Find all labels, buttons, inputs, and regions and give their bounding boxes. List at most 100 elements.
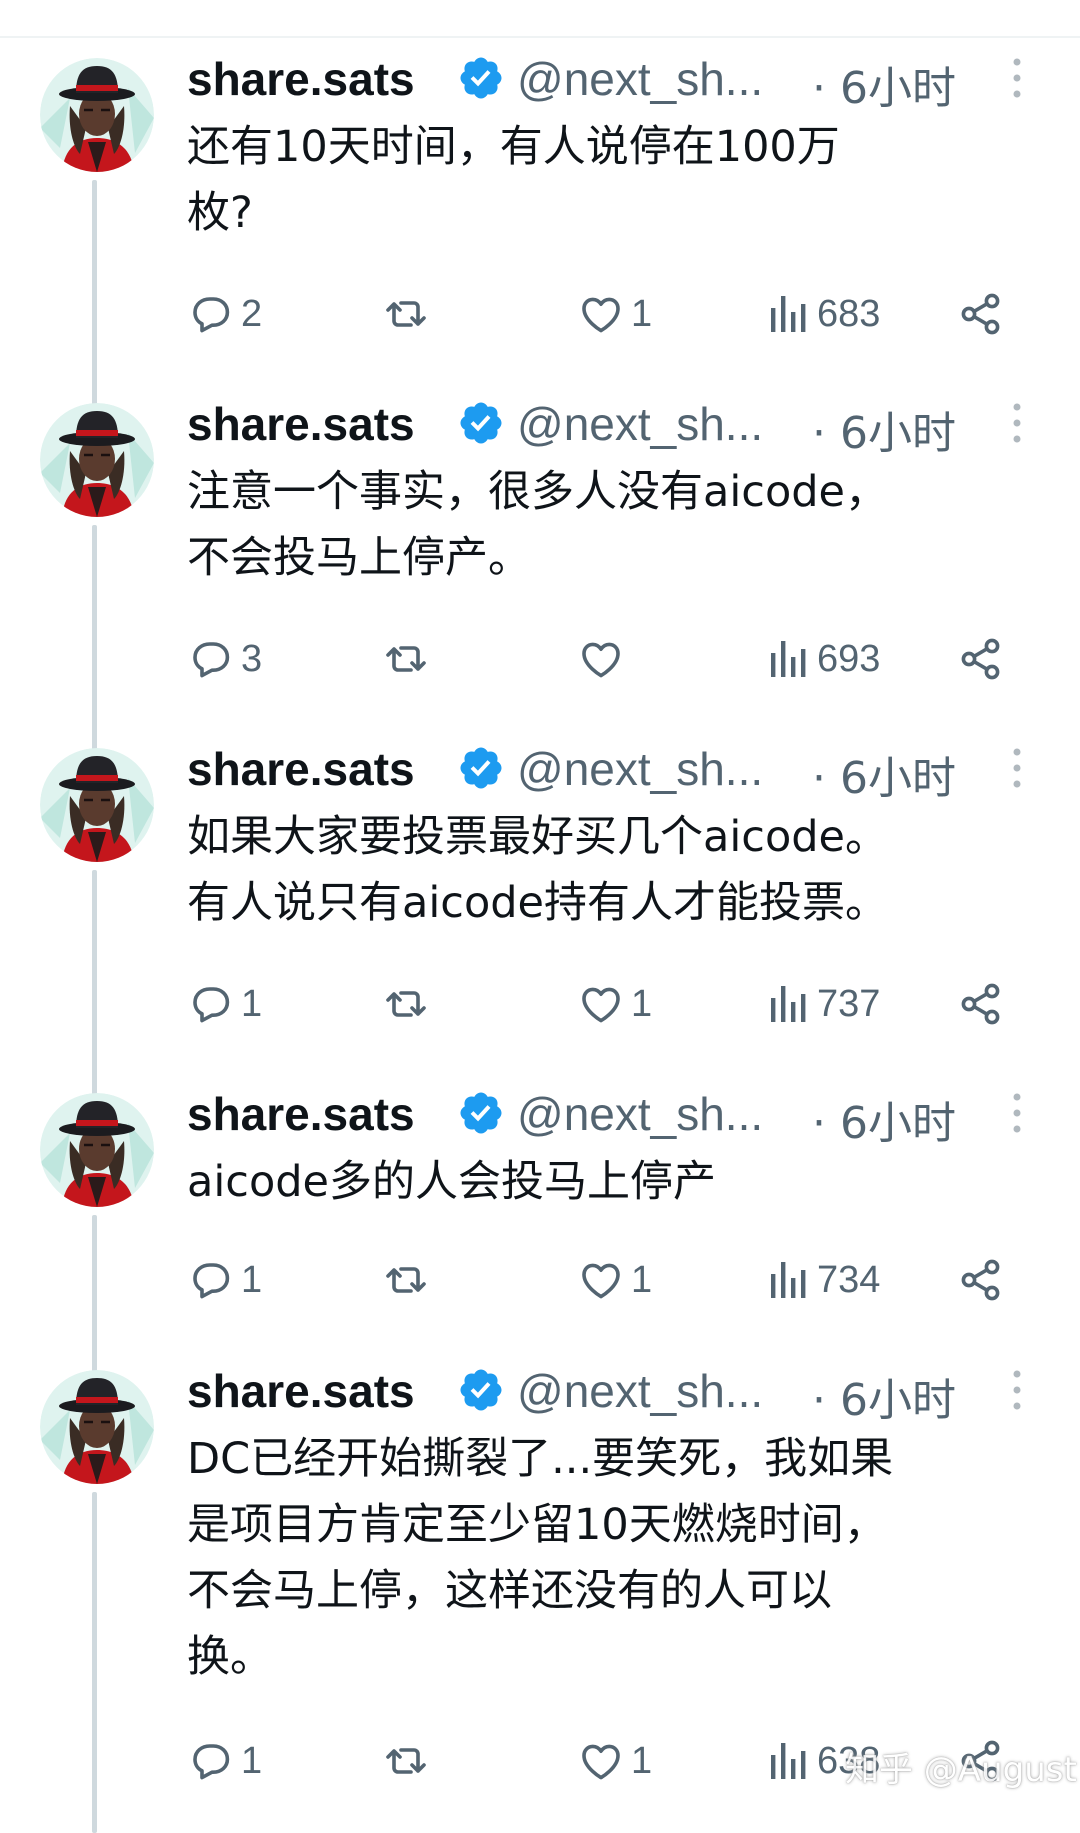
retweet-icon: [382, 1737, 430, 1785]
more-vertical-icon[interactable]: [1009, 746, 1025, 790]
timestamp[interactable]: · 6小时: [812, 1087, 956, 1151]
verified-badge-icon: [457, 744, 505, 792]
tweet-text: 还有10天时间，有人说停在100万 枚?: [187, 114, 1047, 284]
heart-icon: [577, 980, 625, 1028]
reply-button[interactable]: 3: [187, 629, 262, 689]
verified-badge-icon: [457, 399, 505, 447]
heart-icon: [577, 290, 625, 338]
timestamp[interactable]: · 6小时: [812, 742, 956, 806]
reply-button[interactable]: 1: [187, 974, 262, 1034]
avatar[interactable]: [40, 403, 154, 517]
views-button[interactable]: 693: [767, 629, 880, 689]
retweet-button[interactable]: [382, 629, 436, 689]
reply-button[interactable]: 1: [187, 1250, 262, 1310]
view-count: 737: [817, 982, 881, 1025]
share-button[interactable]: [957, 974, 1005, 1034]
like-count: 1: [631, 1258, 653, 1301]
author-handle[interactable]: @next_sh...: [517, 1087, 763, 1141]
tweet-text: 注意一个事实，很多人没有aicode， 不会投马上停产。: [187, 459, 1047, 629]
share-icon: [957, 290, 1005, 338]
author-name[interactable]: share.sats: [187, 52, 415, 106]
avatar[interactable]: [40, 1370, 154, 1484]
like-button[interactable]: [577, 629, 631, 689]
reply-count: 2: [241, 292, 263, 335]
view-count: 683: [817, 292, 881, 335]
author-name[interactable]: share.sats: [187, 397, 415, 451]
views-button[interactable]: 683: [767, 284, 880, 344]
author-handle[interactable]: @next_sh...: [517, 1364, 763, 1418]
tweet-text-content: aicode多的人会投马上停产: [187, 1157, 716, 1207]
thread-line: [92, 1215, 97, 1392]
views-button[interactable]: 734: [767, 1250, 880, 1310]
reply-count: 3: [241, 637, 263, 680]
reply-icon: [187, 635, 235, 683]
retweet-icon: [382, 1256, 430, 1304]
tweet-text: aicode多的人会投马上停产: [187, 1149, 1047, 1250]
reply-icon: [187, 1737, 235, 1785]
avatar[interactable]: [40, 1093, 154, 1207]
action-bar: 1 1 734: [187, 1250, 1047, 1310]
like-button[interactable]: 1: [577, 974, 652, 1034]
reply-icon: [187, 290, 235, 338]
share-icon: [957, 635, 1005, 683]
like-count: 1: [631, 982, 653, 1025]
like-count: 1: [631, 292, 653, 335]
author-handle[interactable]: @next_sh...: [517, 742, 763, 796]
views-bar-chart-icon: [767, 1256, 811, 1304]
views-bar-chart-icon: [767, 1737, 811, 1785]
author-name[interactable]: share.sats: [187, 742, 415, 796]
like-button[interactable]: 1: [577, 1731, 652, 1791]
share-button[interactable]: [957, 284, 1005, 344]
tweet-text-content: DC已经开始撕裂了...要笑死，我如果 是项目方肯定至少留10天燃烧时间， 不会…: [187, 1434, 894, 1682]
heart-icon: [577, 635, 625, 683]
retweet-button[interactable]: [382, 1250, 436, 1310]
tweet-text-content: 如果大家要投票最好买几个aicode。 有人说只有aicode持有人才能投票。: [187, 812, 888, 928]
tweet-text-content: 还有10天时间，有人说停在100万 枚?: [187, 122, 840, 238]
like-button[interactable]: 1: [577, 1250, 652, 1310]
more-vertical-icon[interactable]: [1009, 1091, 1025, 1135]
reply-button[interactable]: 2: [187, 284, 262, 344]
reply-button[interactable]: 1: [187, 1731, 262, 1791]
share-icon: [957, 980, 1005, 1028]
author-handle[interactable]: @next_sh...: [517, 397, 763, 451]
watermark: 知乎 @August: [845, 1750, 1077, 1790]
thread-line: [92, 180, 97, 420]
more-vertical-icon[interactable]: [1009, 1368, 1025, 1412]
view-count: 734: [817, 1258, 881, 1301]
retweet-button[interactable]: [382, 1731, 436, 1791]
timestamp[interactable]: · 6小时: [812, 1364, 956, 1428]
like-count: 1: [631, 1739, 653, 1782]
verified-badge-icon: [457, 1366, 505, 1414]
share-button[interactable]: [957, 1250, 1005, 1310]
heart-icon: [577, 1737, 625, 1785]
share-button[interactable]: [957, 629, 1005, 689]
verified-badge-icon: [457, 1089, 505, 1137]
tweet-text: DC已经开始撕裂了...要笑死，我如果 是项目方肯定至少留10天燃烧时间， 不会…: [187, 1426, 1047, 1731]
retweet-button[interactable]: [382, 974, 436, 1034]
author-name[interactable]: share.sats: [187, 1364, 415, 1418]
action-bar: 1 1 737: [187, 974, 1047, 1034]
like-button[interactable]: 1: [577, 284, 652, 344]
reply-count: 1: [241, 1258, 263, 1301]
tweet-text: 如果大家要投票最好买几个aicode。 有人说只有aicode持有人才能投票。: [187, 804, 1047, 974]
views-bar-chart-icon: [767, 980, 811, 1028]
avatar[interactable]: [40, 748, 154, 862]
avatar[interactable]: [40, 58, 154, 172]
retweet-icon: [382, 635, 430, 683]
retweet-button[interactable]: [382, 284, 436, 344]
reply-count: 1: [241, 982, 263, 1025]
retweet-icon: [382, 290, 430, 338]
timestamp[interactable]: · 6小时: [812, 52, 956, 116]
thread-line: [92, 870, 97, 1110]
views-bar-chart-icon: [767, 635, 811, 683]
author-name[interactable]: share.sats: [187, 1087, 415, 1141]
author-handle[interactable]: @next_sh...: [517, 52, 763, 106]
more-vertical-icon[interactable]: [1009, 401, 1025, 445]
views-button[interactable]: 737: [767, 974, 880, 1034]
tweet-thread: share.sats @next_sh... · 6小时 还有10天时间，有人说…: [0, 0, 1080, 1833]
share-icon: [957, 1256, 1005, 1304]
views-bar-chart-icon: [767, 290, 811, 338]
more-vertical-icon[interactable]: [1009, 56, 1025, 100]
tweet-text-content: 注意一个事实，很多人没有aicode， 不会投马上停产。: [187, 467, 888, 583]
timestamp[interactable]: · 6小时: [812, 397, 956, 461]
